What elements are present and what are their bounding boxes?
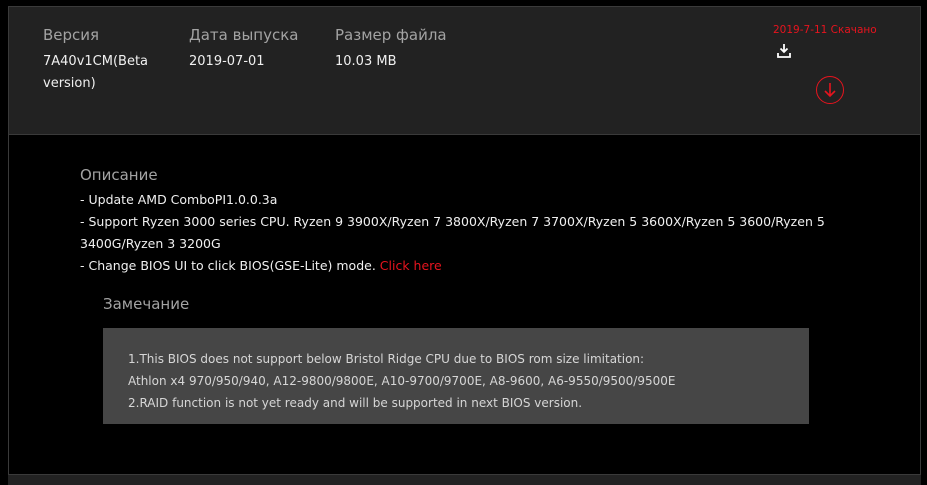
version-label: Версия <box>43 26 100 44</box>
description-line-text: - Change BIOS UI to click BIOS(GSE-Lite)… <box>80 258 376 273</box>
download-circle-icon[interactable] <box>816 76 844 104</box>
download-status: 2019-7-11 Скачано <box>773 24 877 36</box>
next-entry-header-edge <box>8 474 921 485</box>
note-line: 1.This BIOS does not support below Brist… <box>128 352 645 366</box>
file-size-label: Размер файла <box>335 26 447 44</box>
click-here-link[interactable]: Click here <box>380 258 442 273</box>
file-size-value: 10.03 MB <box>335 54 397 69</box>
release-date-column: Дата выпуска 2019-07-01 <box>189 25 298 73</box>
note-title: Замечание <box>103 295 190 313</box>
description-section: Описание - Update AMD ComboPI1.0.0.3a - … <box>80 165 840 277</box>
version-value: 7A40v1CM(Beta version) <box>43 54 149 91</box>
note-line: 2.RAID function is not yet ready and wil… <box>128 396 583 410</box>
description-line: - Support Ryzen 3000 series CPU. Ryzen 9… <box>80 214 825 251</box>
description-line-with-link: - Change BIOS UI to click BIOS(GSE-Lite)… <box>80 255 840 277</box>
download-tray-icon[interactable] <box>776 43 792 59</box>
release-date-value: 2019-07-01 <box>189 54 265 69</box>
description-title: Описание <box>80 166 158 184</box>
note-line: Athlon x4 970/950/940, A12-9800/9800E, A… <box>128 374 676 388</box>
note-box: 1.This BIOS does not support below Brist… <box>103 328 809 424</box>
version-column: Версия 7A40v1CM(Beta version) <box>43 25 163 95</box>
bios-entry-header: Версия 7A40v1CM(Beta version) Дата выпус… <box>9 7 920 135</box>
description-line: - Update AMD ComboPI1.0.0.3a <box>80 192 278 207</box>
file-size-column: Размер файла 10.03 MB <box>335 25 447 73</box>
release-date-label: Дата выпуска <box>189 26 299 44</box>
